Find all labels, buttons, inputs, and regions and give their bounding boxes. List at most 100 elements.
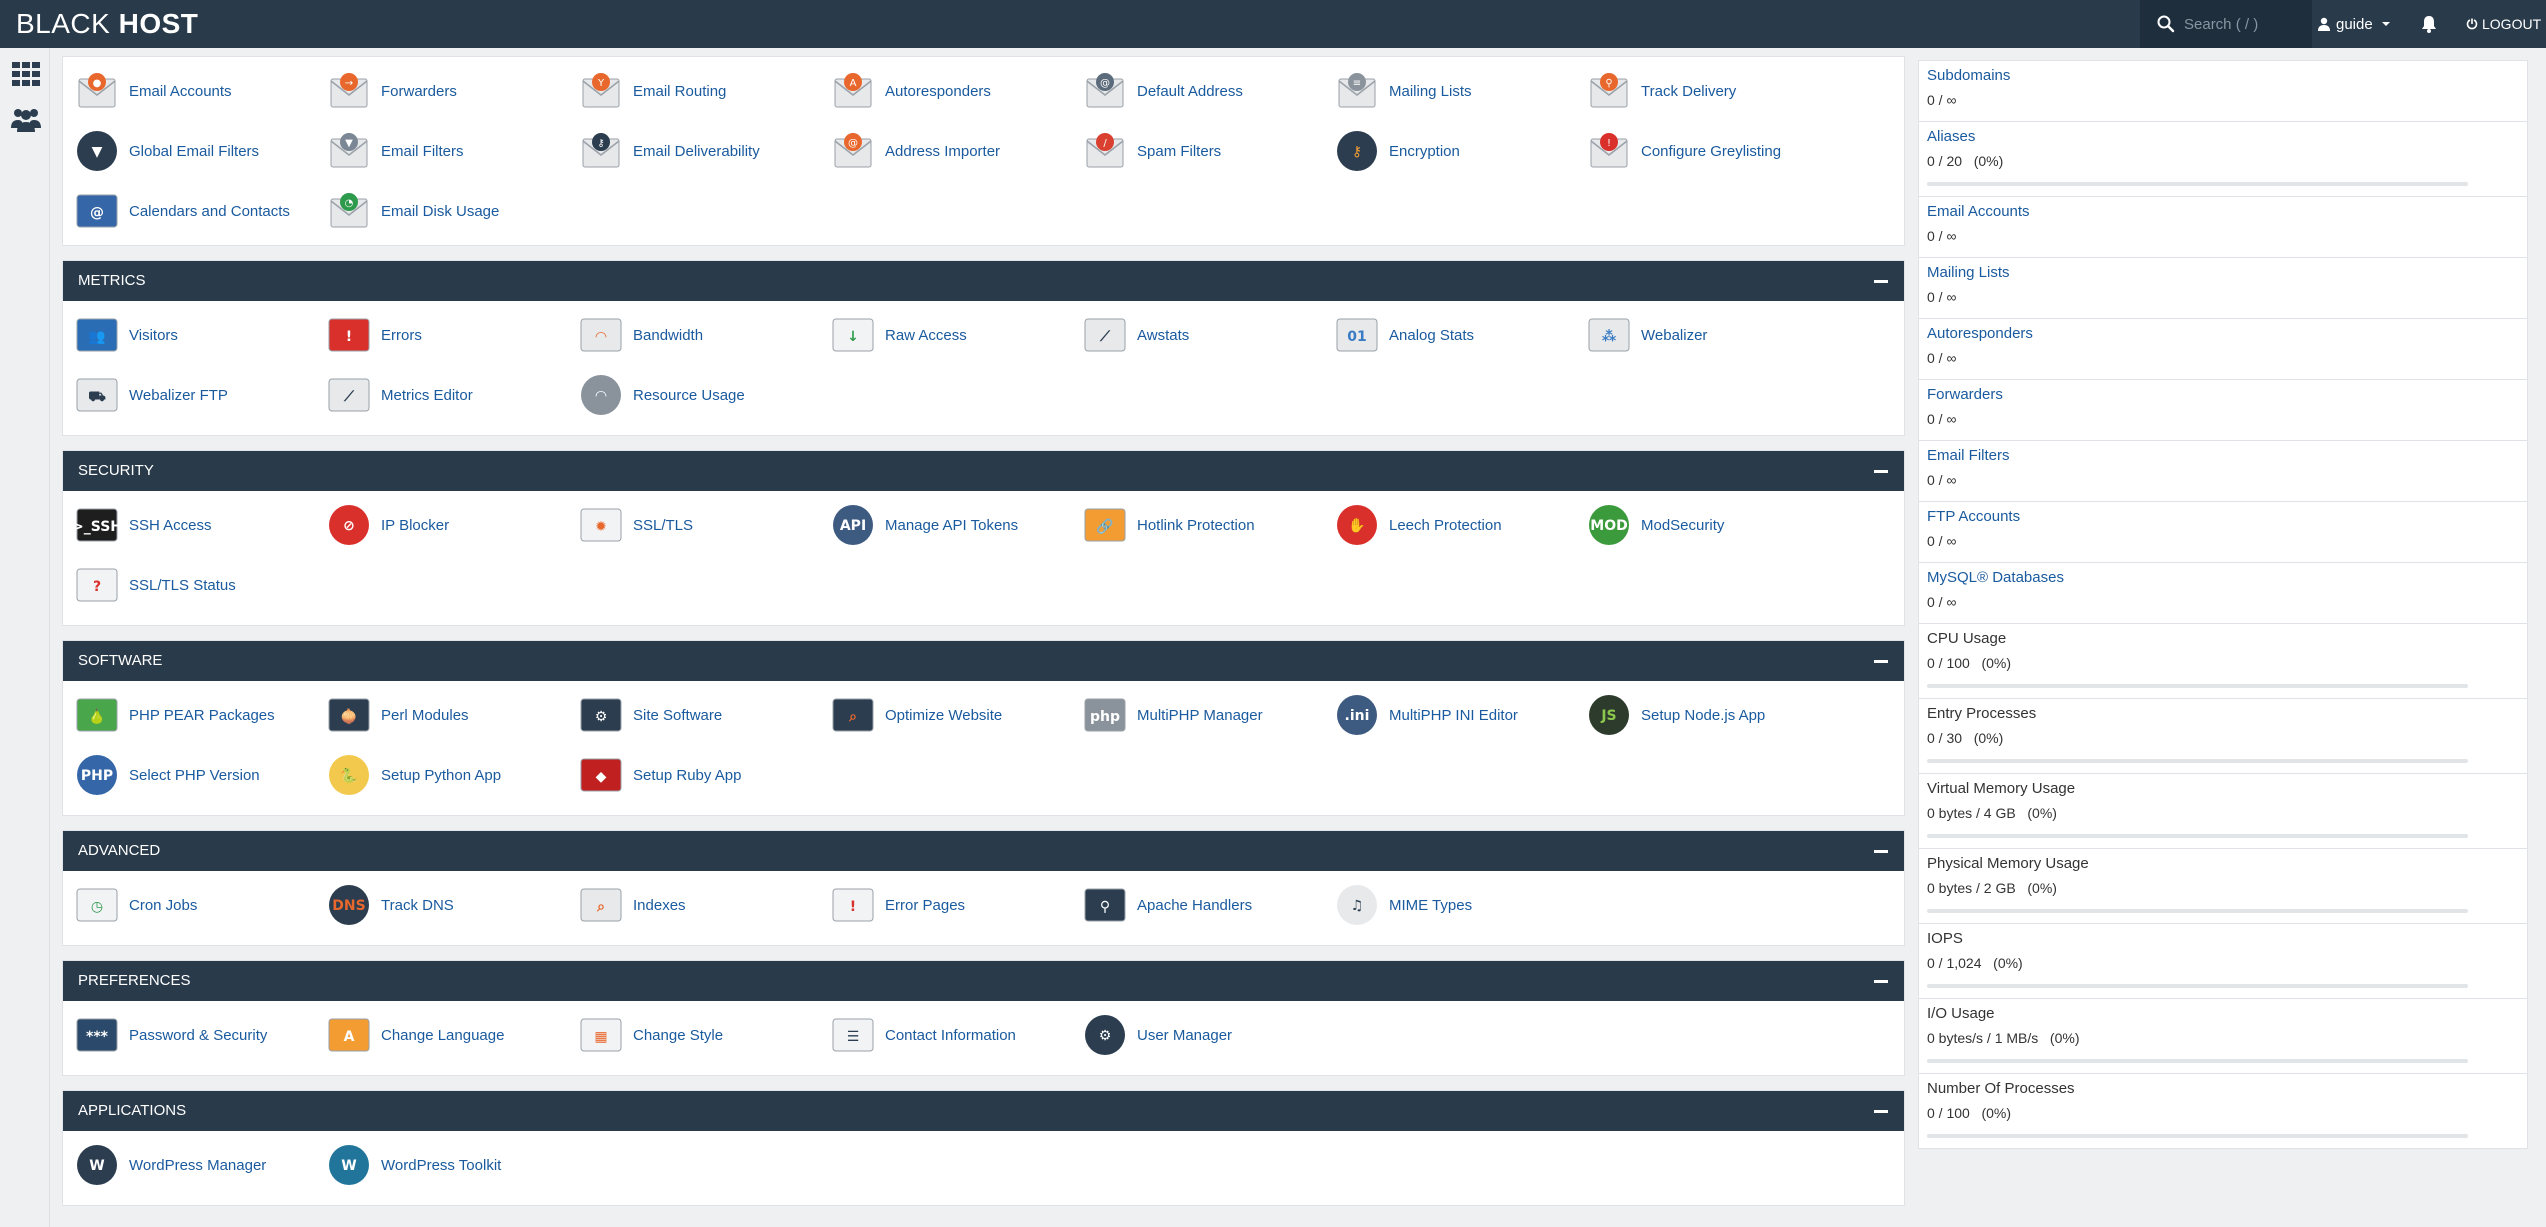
svg-text:⌕: ⌕ (596, 899, 605, 915)
collapse-icon[interactable] (1874, 280, 1888, 283)
tool-mime-types[interactable]: ♫ MIME Types (1333, 877, 1585, 933)
collapse-icon[interactable] (1874, 980, 1888, 983)
tool-email-filters[interactable]: ▼ Email Filters (325, 123, 577, 179)
svg-text:⁂: ⁂ (1602, 329, 1617, 345)
advanced-header[interactable]: ADVANCED (63, 831, 1904, 871)
tool-webalizer-ftp[interactable]: ⛟ Webalizer FTP (73, 367, 325, 423)
tool-manage-api-tokens[interactable]: API Manage API Tokens (829, 497, 1081, 553)
php-version-icon: PHP (77, 755, 117, 795)
tool-change-language[interactable]: A Change Language (325, 1007, 577, 1063)
tool-raw-access[interactable]: ↓ Raw Access (829, 307, 1081, 363)
tool-ssh-access[interactable]: >_SSH SSH Access (73, 497, 325, 553)
collapse-icon[interactable] (1874, 1110, 1888, 1113)
tool-webalizer[interactable]: ⁂ Webalizer (1585, 307, 1837, 363)
tool-address-importer[interactable]: @ Address Importer (829, 123, 1081, 179)
tool-optimize-website[interactable]: ⌕ Optimize Website (829, 687, 1081, 743)
security-header[interactable]: SECURITY (63, 451, 1904, 491)
webalizer-icon: ⁂ (1588, 318, 1630, 352)
user-menu[interactable]: guide (2318, 0, 2393, 48)
svg-text:@: @ (848, 138, 858, 149)
tool-awstats[interactable]: ⟋ Awstats (1081, 307, 1333, 363)
tool-setup-ruby-app[interactable]: ◆ Setup Ruby App (577, 747, 829, 803)
tool-visitors[interactable]: 👥 Visitors (73, 307, 325, 363)
tool-ssl-tls[interactable]: ✹ SSL/TLS (577, 497, 829, 553)
stat-name[interactable]: Mailing Lists (1927, 264, 2519, 281)
tool-email-routing[interactable]: Y Email Routing (577, 63, 829, 119)
logout-button[interactable]: LOGOUT (2466, 0, 2541, 48)
stat-name[interactable]: Aliases (1927, 128, 2519, 145)
apps-grid-icon[interactable] (12, 62, 40, 86)
tool-email-deliverability[interactable]: ⚷ Email Deliverability (577, 123, 829, 179)
tool-calendars-and-contacts[interactable]: @ Calendars and Contacts (73, 183, 325, 239)
tool-perl-modules[interactable]: 🧅 Perl Modules (325, 687, 577, 743)
tool-hotlink-protection[interactable]: 🔗 Hotlink Protection (1081, 497, 1333, 553)
tool-autoresponders[interactable]: A Autoresponders (829, 63, 1081, 119)
tool-email-accounts[interactable]: ● Email Accounts (73, 63, 325, 119)
perl-onion-icon: 🧅 (328, 698, 370, 732)
stat-iops: IOPS 0 / 1,024 (0%) (1918, 923, 2528, 999)
usage-progress-bar (1927, 1134, 2468, 1138)
tool-wordpress-toolkit[interactable]: W WordPress Toolkit (325, 1137, 577, 1193)
tool-errors[interactable]: ! Errors (325, 307, 577, 363)
tool-resource-usage[interactable]: ◠ Resource Usage (577, 367, 829, 423)
tool-spam-filters[interactable]: / Spam Filters (1081, 123, 1333, 179)
tool-user-manager[interactable]: ⚙ User Manager (1081, 1007, 1333, 1063)
applications-header[interactable]: APPLICATIONS (63, 1091, 1904, 1131)
tool-apache-handlers[interactable]: ⚲ Apache Handlers (1081, 877, 1333, 933)
tool-label: Raw Access (885, 326, 967, 344)
software-header[interactable]: SOFTWARE (63, 641, 1904, 681)
tool-php-pear-packages[interactable]: 🍐 PHP PEAR Packages (73, 687, 325, 743)
tool-site-software[interactable]: ⚙ Site Software (577, 687, 829, 743)
tool-bandwidth[interactable]: ◠ Bandwidth (577, 307, 829, 363)
metrics-header[interactable]: METRICS (63, 261, 1904, 301)
tool-track-dns[interactable]: DNS Track DNS (325, 877, 577, 933)
tool-contact-information[interactable]: ☰ Contact Information (829, 1007, 1081, 1063)
collapse-icon[interactable] (1874, 660, 1888, 663)
tool-setup-python-app[interactable]: 🐍 Setup Python App (325, 747, 577, 803)
tool-ip-blocker[interactable]: ⊘ IP Blocker (325, 497, 577, 553)
tool-mailing-lists[interactable]: ≡ Mailing Lists (1333, 63, 1585, 119)
stat-ftp-accounts: FTP Accounts 0 / ∞ (1918, 501, 2528, 563)
tool-forwarders[interactable]: → Forwarders (325, 63, 577, 119)
users-icon[interactable] (9, 106, 43, 132)
tool-error-pages[interactable]: ! Error Pages (829, 877, 1081, 933)
stat-name[interactable]: MySQL® Databases (1927, 569, 2519, 586)
tool-analog-stats[interactable]: 01 Analog Stats (1333, 307, 1585, 363)
envelope-pin-icon: ⚲ (1590, 73, 1628, 108)
stat-name[interactable]: Email Filters (1927, 447, 2519, 464)
stat-name[interactable]: Email Accounts (1927, 203, 2519, 220)
search-input[interactable] (2184, 10, 2302, 38)
brand-logo[interactable]: BLACK HOST (16, 8, 198, 40)
username-label: guide (2336, 15, 2373, 33)
stat-name[interactable]: Forwarders (1927, 386, 2519, 403)
tool-password-security[interactable]: *** Password & Security (73, 1007, 325, 1063)
tool-modsecurity[interactable]: MOD ModSecurity (1585, 497, 1837, 553)
envelope-auto-icon: A (834, 73, 872, 108)
preferences-header[interactable]: PREFERENCES (63, 961, 1904, 1001)
tool-encryption[interactable]: ⚷ Encryption (1333, 123, 1585, 179)
tool-change-style[interactable]: ▦ Change Style (577, 1007, 829, 1063)
collapse-icon[interactable] (1874, 470, 1888, 473)
collapse-icon[interactable] (1874, 850, 1888, 853)
stat-name[interactable]: Autoresponders (1927, 325, 2519, 342)
bell-icon[interactable] (2418, 13, 2440, 35)
tool-global-email-filters[interactable]: ▼ Global Email Filters (73, 123, 325, 179)
tool-multiphp-ini-editor[interactable]: .ini MultiPHP INI Editor (1333, 687, 1585, 743)
tool-email-disk-usage[interactable]: ◔ Email Disk Usage (325, 183, 577, 239)
tool-multiphp-manager[interactable]: php MultiPHP Manager (1081, 687, 1333, 743)
tool-wordpress-manager[interactable]: W WordPress Manager (73, 1137, 325, 1193)
tool-ssl-tls-status[interactable]: ? SSL/TLS Status (73, 557, 325, 613)
tool-label: Contact Information (885, 1026, 1016, 1044)
stat-name[interactable]: FTP Accounts (1927, 508, 2519, 525)
tool-leech-protection[interactable]: ✋ Leech Protection (1333, 497, 1585, 553)
tool-metrics-editor[interactable]: ⟋ Metrics Editor (325, 367, 577, 423)
tool-indexes[interactable]: ⌕ Indexes (577, 877, 829, 933)
tool-track-delivery[interactable]: ⚲ Track Delivery (1585, 63, 1837, 119)
stat-name[interactable]: Subdomains (1927, 67, 2519, 84)
tool-default-address[interactable]: @ Default Address (1081, 63, 1333, 119)
tool-label: Email Disk Usage (381, 202, 500, 220)
tool-setup-node-js-app[interactable]: JS Setup Node.js App (1585, 687, 1837, 743)
tool-select-php-version[interactable]: PHP Select PHP Version (73, 747, 325, 803)
tool-cron-jobs[interactable]: ◷ Cron Jobs (73, 877, 325, 933)
tool-configure-greylisting[interactable]: ! Configure Greylisting (1585, 123, 1837, 179)
